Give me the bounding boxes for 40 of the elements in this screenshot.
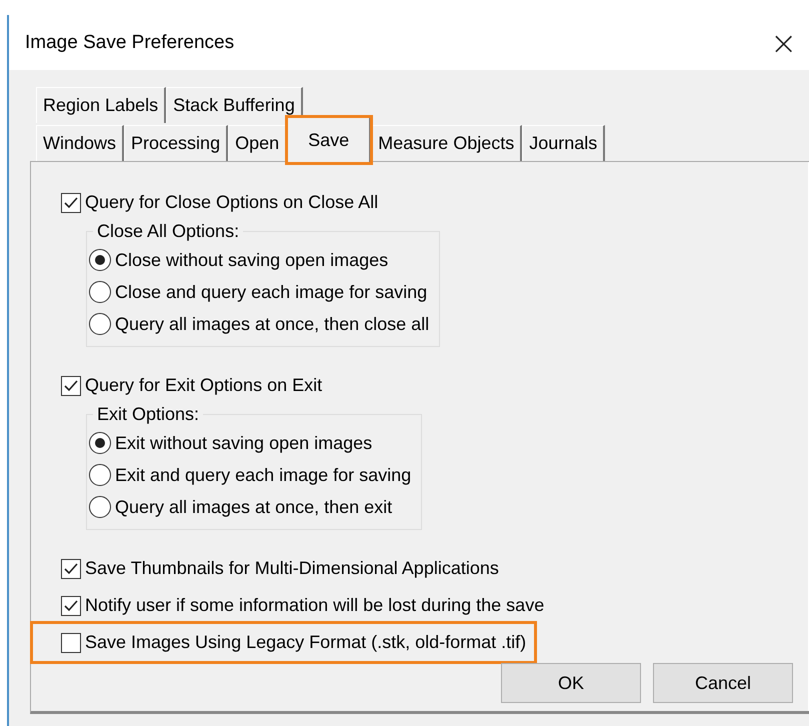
radio-option[interactable]: Exit and query each image for saving <box>89 459 412 491</box>
checkbox-option[interactable]: Save Images Using Legacy Format (.stk, old-format .tif) <box>33 624 534 661</box>
close-button[interactable]: × <box>766 26 801 58</box>
cancel-button[interactable]: Cancel <box>653 663 793 703</box>
ok-button[interactable]: OK <box>501 663 641 703</box>
radio-button[interactable] <box>89 249 111 271</box>
tab[interactable]: Journals <box>522 125 606 161</box>
group-title: Close All Options: <box>96 221 240 242</box>
checkbox-option[interactable]: Query for Close Options on Close All <box>56 184 386 221</box>
radio-button[interactable] <box>89 432 111 454</box>
tab[interactable]: Stack Buffering <box>166 87 303 123</box>
check-icon <box>63 194 79 210</box>
radio-button[interactable] <box>89 496 111 518</box>
radio-option[interactable]: Query all images at once, then close all <box>89 308 430 340</box>
window-title: Image Save Preferences <box>25 32 234 54</box>
tab[interactable]: Region Labels <box>36 87 166 123</box>
tab[interactable]: Measure Objects <box>371 125 522 161</box>
radio-button[interactable] <box>89 313 111 335</box>
checkbox[interactable] <box>61 376 81 396</box>
radio-button[interactable] <box>89 464 111 486</box>
radio-option[interactable]: Close without saving open images <box>89 244 430 276</box>
tab[interactable]: Open <box>228 125 288 161</box>
checkbox[interactable] <box>61 596 81 616</box>
checkbox-option[interactable]: Notify user if some information will be lost during the save <box>56 587 552 624</box>
checkbox[interactable] <box>61 192 81 212</box>
radio-option[interactable]: Query all images at once, then exit <box>89 491 412 523</box>
checkbox-option[interactable]: Query for Exit Options on Exit <box>56 367 330 404</box>
radio-button[interactable] <box>89 281 111 303</box>
tab[interactable]: Save <box>287 117 372 163</box>
tab[interactable]: Windows <box>36 125 124 161</box>
checkbox[interactable] <box>61 632 81 652</box>
tab[interactable]: Processing <box>124 125 228 161</box>
check-icon <box>63 598 79 614</box>
group-title: Exit Options: <box>96 404 200 425</box>
checkbox-option[interactable]: Save Thumbnails for Multi-Dimensional Applications <box>56 550 507 587</box>
checkbox[interactable] <box>61 558 81 578</box>
radio-option[interactable]: Exit without saving open images <box>89 427 412 459</box>
check-icon <box>63 560 79 576</box>
check-icon <box>63 378 79 394</box>
radio-option[interactable]: Close and query each image for saving <box>89 276 430 308</box>
